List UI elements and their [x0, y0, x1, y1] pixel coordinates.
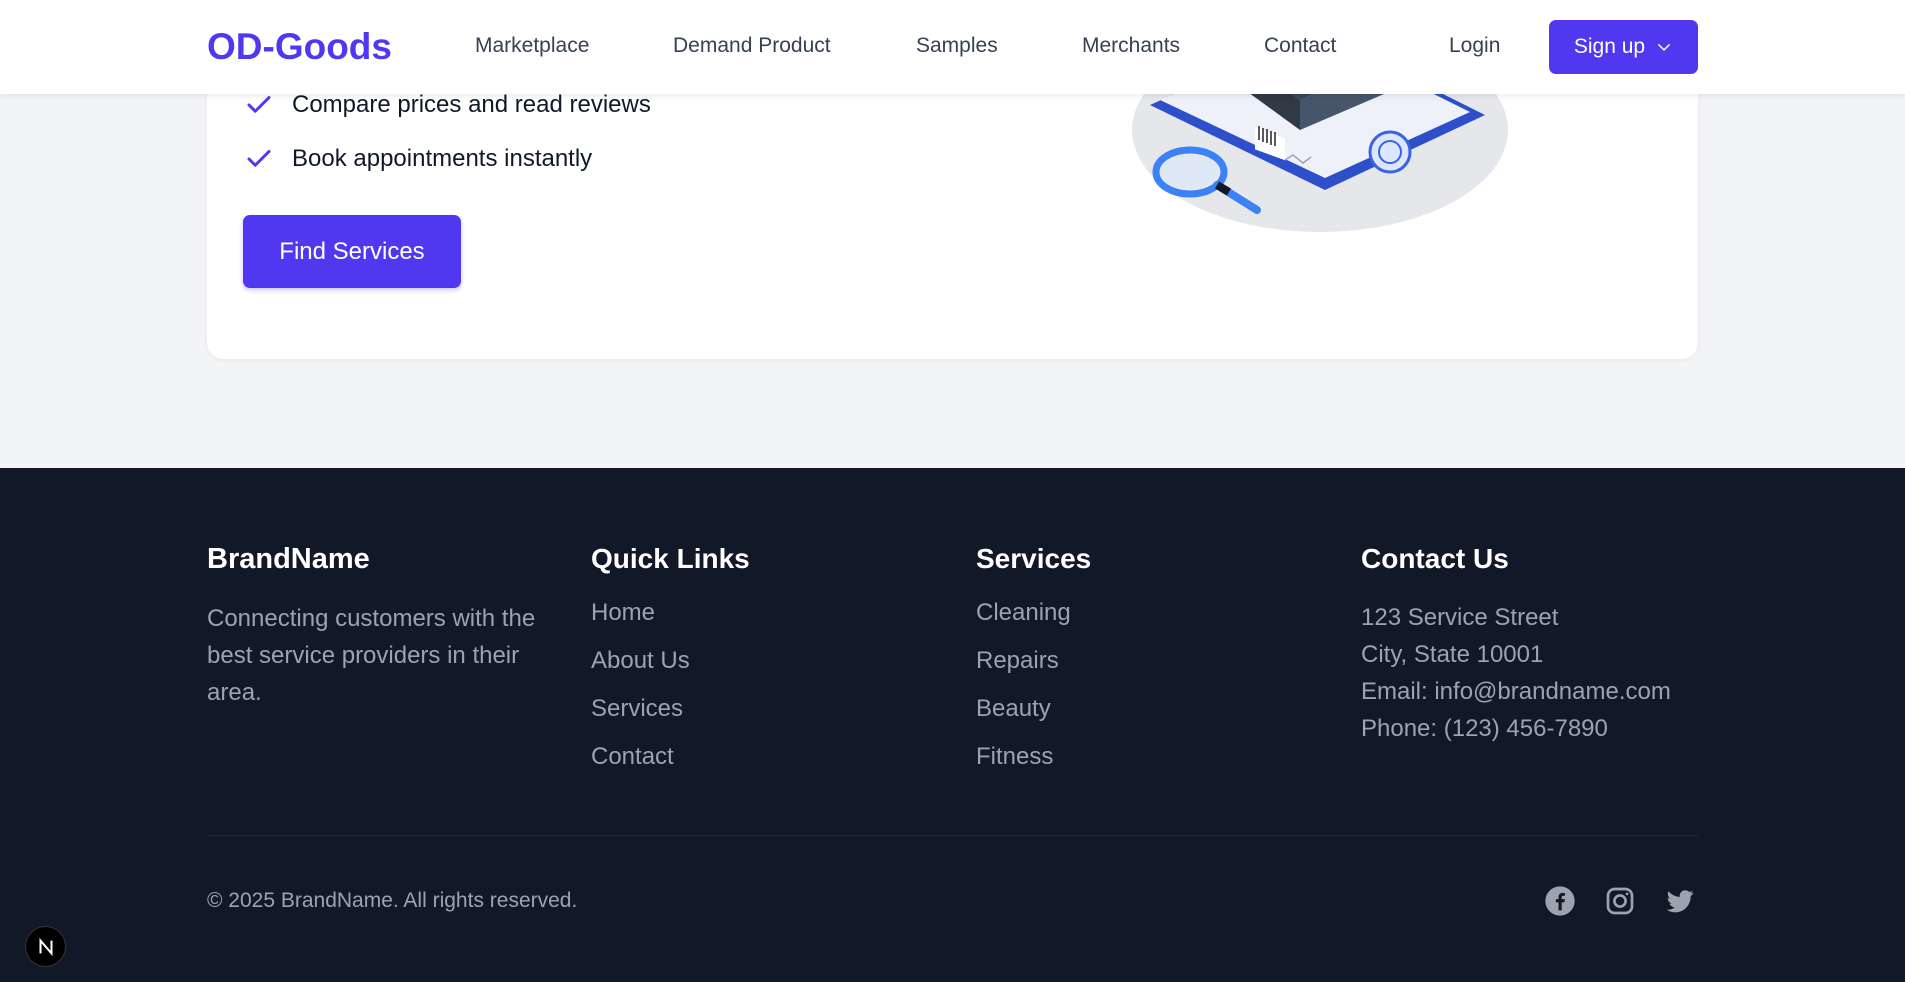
- twitter-icon[interactable]: [1664, 885, 1696, 917]
- feature-item: Book appointments instantly: [244, 144, 592, 174]
- chevron-down-icon: [1658, 44, 1671, 51]
- nav-demand-product[interactable]: Demand Product: [673, 34, 831, 58]
- contact-city: City, State 10001: [1361, 641, 1544, 668]
- services-title: Services: [976, 543, 1092, 574]
- logo[interactable]: OD-Goods: [207, 26, 392, 68]
- nav-contact[interactable]: Contact: [1264, 34, 1336, 58]
- facebook-icon[interactable]: [1544, 885, 1576, 917]
- nextjs-dev-badge[interactable]: [25, 926, 66, 967]
- check-icon: [247, 150, 271, 167]
- nav-samples[interactable]: Samples: [916, 34, 998, 58]
- footer-service-repairs[interactable]: Repairs: [976, 647, 1091, 675]
- contact-phone: Phone: (123) 456-7890: [1361, 715, 1608, 742]
- footer-services: Services Cleaning Repairs Beauty Fitness: [976, 543, 1091, 791]
- footer-contact: Contact Us 123 Service Street City, Stat…: [1361, 543, 1671, 747]
- contact-email: Email: info@brandname.com: [1361, 678, 1671, 705]
- quick-links-title: Quick Links: [591, 543, 750, 574]
- footer-brand-text: Connecting customers with the best servi…: [207, 605, 536, 706]
- feature-text: Compare prices and read reviews: [292, 91, 651, 118]
- find-services-button[interactable]: Find Services: [243, 215, 461, 288]
- footer-quick-links: Quick Links Home About Us Services Conta…: [591, 543, 750, 791]
- footer-brand: BrandName Connecting customers with the …: [207, 543, 547, 711]
- instagram-icon[interactable]: [1604, 885, 1636, 917]
- feature-text: Book appointments instantly: [292, 145, 593, 172]
- footer-brand-title: BrandName: [207, 543, 370, 575]
- footer-service-cleaning[interactable]: Cleaning: [976, 599, 1091, 627]
- footer-divider: [207, 835, 1698, 836]
- check-icon: [247, 96, 271, 113]
- footer-link-about[interactable]: About Us: [591, 647, 750, 675]
- footer-service-beauty[interactable]: Beauty: [976, 695, 1091, 723]
- signup-label: Sign up: [1573, 35, 1646, 58]
- footer-link-contact[interactable]: Contact: [591, 743, 750, 771]
- login-link[interactable]: Login: [1449, 34, 1500, 58]
- contact-address: 123 Service Street: [1361, 604, 1559, 631]
- nextjs-logo-icon: [38, 937, 53, 956]
- footer-service-fitness[interactable]: Fitness: [976, 743, 1091, 771]
- feature-item: Compare prices and read reviews: [244, 90, 651, 120]
- footer-link-home[interactable]: Home: [591, 599, 750, 627]
- nav-marketplace[interactable]: Marketplace: [475, 34, 589, 58]
- copyright-text: © 2025 BrandName. All rights reserved.: [207, 889, 578, 912]
- nav-merchants[interactable]: Merchants: [1082, 34, 1180, 58]
- contact-title: Contact Us: [1361, 543, 1509, 574]
- signup-button[interactable]: Sign up: [1549, 20, 1698, 74]
- footer-link-services[interactable]: Services: [591, 695, 750, 723]
- top-navbar: OD-Goods Marketplace Demand Product Samp…: [0, 0, 1905, 94]
